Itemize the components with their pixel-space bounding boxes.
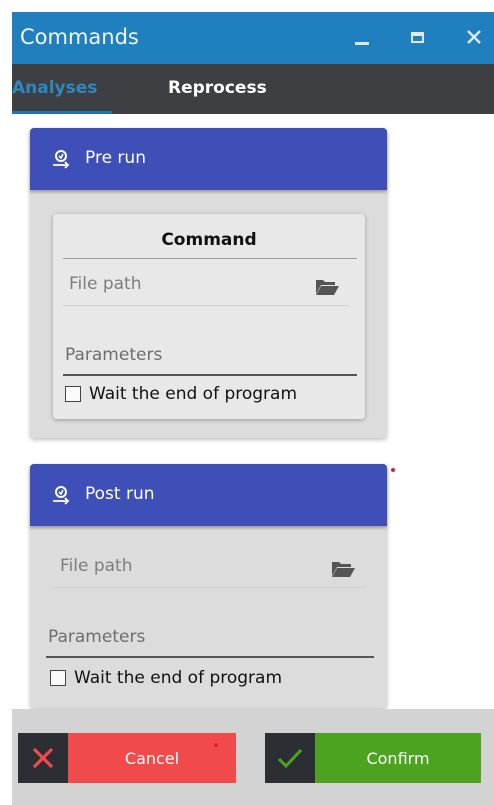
post-run-card: Post run File path Parameters Wait the e…	[30, 464, 387, 708]
window-title: Commands	[20, 25, 139, 49]
pre-run-header[interactable]: Pre run	[30, 128, 387, 190]
title-bar[interactable]: Commands	[12, 12, 494, 64]
field-underline	[54, 587, 366, 588]
pre-run-parameters-label: Parameters	[65, 345, 163, 365]
minimize-icon	[355, 41, 369, 45]
close-x-icon	[32, 747, 54, 769]
wait-label: Wait the end of program	[74, 668, 283, 688]
confirm-button[interactable]: Confirm	[265, 733, 481, 783]
divider	[63, 258, 357, 259]
pre-run-file-path-field[interactable]: File path	[63, 264, 349, 306]
confirm-label: Confirm	[315, 733, 481, 783]
command-panel: Command File path Parameters Wait the en…	[53, 214, 365, 419]
post-run-header[interactable]: Post run	[30, 464, 387, 526]
close-button[interactable]	[454, 20, 494, 54]
file-path-placeholder: File path	[69, 274, 142, 294]
command-title: Command	[161, 230, 257, 250]
close-icon	[467, 30, 481, 44]
checkbox-box[interactable]	[65, 386, 81, 402]
content-area: Pre run Command File path Parameters Wai…	[12, 114, 494, 709]
cancel-button[interactable]: Cancel	[18, 733, 236, 783]
folder-open-icon[interactable]	[331, 559, 355, 577]
cancel-icon-box	[18, 733, 68, 783]
cancel-label: Cancel	[68, 733, 236, 783]
post-run-title: Post run	[85, 484, 155, 504]
pre-run-card: Pre run Command File path Parameters Wai…	[30, 128, 387, 438]
checkbox-box[interactable]	[50, 670, 66, 686]
confirm-icon-box	[265, 733, 315, 783]
post-run-parameters-label: Parameters	[48, 627, 146, 647]
minimize-button[interactable]	[342, 20, 382, 54]
commands-window: Commands Analyses Reprocess Pre run Comm…	[12, 12, 494, 805]
pre-run-icon	[53, 150, 70, 169]
wait-label: Wait the end of program	[89, 384, 298, 404]
maximize-icon	[410, 31, 424, 43]
tab-bar: Analyses Reprocess	[12, 64, 494, 114]
post-run-icon	[53, 486, 70, 505]
post-run-wait-checkbox[interactable]: Wait the end of program	[50, 668, 282, 688]
notification-dot	[391, 468, 395, 472]
cancel-notification-dot	[214, 743, 218, 747]
pre-run-wait-checkbox[interactable]: Wait the end of program	[65, 384, 297, 404]
field-underline	[63, 305, 349, 306]
tab-reprocess[interactable]: Reprocess	[168, 78, 267, 98]
pre-run-title: Pre run	[85, 148, 146, 168]
footer-bar: Cancel Confirm	[12, 709, 494, 805]
folder-open-icon[interactable]	[315, 277, 339, 295]
tab-analyses[interactable]: Analyses	[12, 78, 97, 98]
post-run-file-path-field[interactable]: File path	[54, 546, 366, 588]
parameters-underline	[46, 656, 374, 658]
maximize-button[interactable]	[397, 20, 437, 54]
file-path-placeholder: File path	[60, 556, 133, 576]
checkmark-icon	[277, 748, 303, 769]
parameters-underline	[63, 374, 357, 376]
